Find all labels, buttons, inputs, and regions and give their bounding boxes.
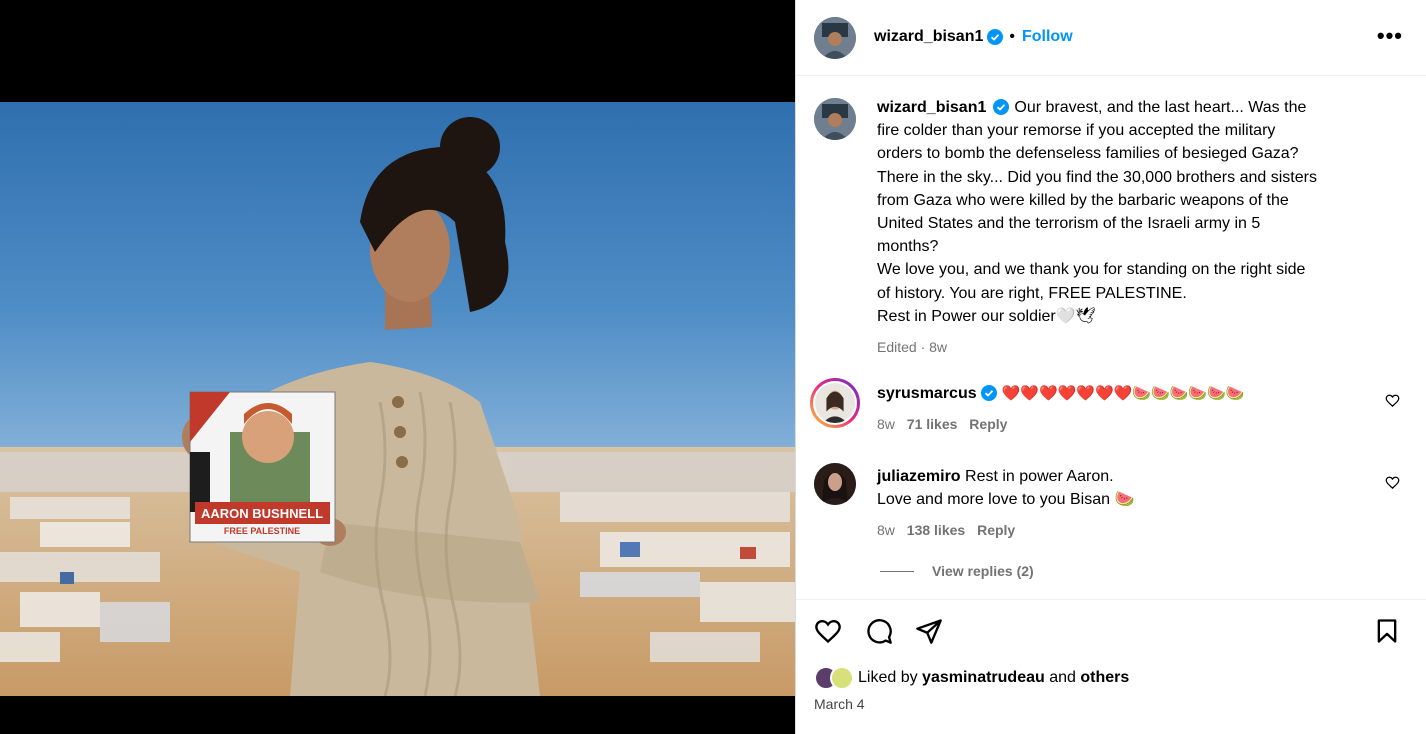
post-caption: wizard_bisan1 Our bravest, and the last h… (877, 96, 1377, 359)
caption-line: orders to bomb the defenseless families … (877, 145, 1299, 163)
caption-line: from Gaza who were killed by the barbari… (877, 191, 1289, 209)
likes-prefix: Liked by (858, 669, 923, 686)
commenter-avatar[interactable] (810, 378, 860, 428)
small-heart-icon[interactable] (1385, 393, 1400, 408)
likes-middle: and (1044, 669, 1081, 686)
comment-item: juliazemiro Rest in power Aaron. Love an… (877, 465, 1397, 542)
caption-line: United States and the terrorism of the I… (877, 215, 1261, 233)
sign-text-name: AARON BUSHNELL (201, 506, 323, 521)
caption-username[interactable]: wizard_bisan1 (877, 99, 986, 116)
likes-summary[interactable]: Liked by yasminatrudeau and others (814, 666, 1129, 690)
caption-meta: Edited · 8w (877, 339, 948, 356)
bookmark-icon[interactable] (1373, 617, 1401, 645)
post-media[interactable]: AARON BUSHNELL FREE PALESTINE (0, 0, 795, 734)
post-details-panel: wizard_bisan1 • Follow ••• wizard_bisan1… (795, 0, 1426, 734)
likes-others[interactable]: others (1080, 669, 1129, 687)
post-date: March 4 (814, 696, 865, 712)
caption-line: Rest in Power our soldier🤍🕊 (877, 307, 1096, 325)
comment-age: 8w (877, 416, 895, 432)
share-icon[interactable] (915, 617, 943, 645)
comment-likes[interactable]: 138 likes (907, 522, 965, 538)
liker-avatar (830, 666, 854, 690)
reply-button[interactable]: Reply (977, 522, 1015, 538)
comment-likes[interactable]: 71 likes (907, 416, 958, 432)
comment-text: ❤️❤️❤️❤️❤️❤️❤️🍉🍉🍉🍉🍉🍉 (1001, 385, 1245, 402)
comment-item: syrusmarcus ❤️❤️❤️❤️❤️❤️❤️🍉🍉🍉🍉🍉🍉 8w 71 li… (877, 382, 1397, 436)
caption-line: Our bravest, and the last heart... Was t… (1014, 99, 1307, 116)
sign-text-slogan: FREE PALESTINE (224, 526, 300, 536)
post-header: wizard_bisan1 • Follow ••• (796, 0, 1426, 76)
caption-author-avatar[interactable] (814, 98, 856, 140)
caption-line: of history. You are right, FREE PALESTIN… (877, 284, 1187, 302)
author-avatar[interactable] (814, 17, 856, 59)
comment-icon[interactable] (865, 617, 893, 645)
post-photo[interactable]: AARON BUSHNELL FREE PALESTINE (0, 102, 795, 696)
comment-age: 8w (877, 522, 895, 538)
commenter-avatar[interactable] (814, 463, 856, 505)
comment-username[interactable]: syrusmarcus (877, 385, 977, 402)
replies-divider (880, 570, 914, 572)
reply-button[interactable]: Reply (969, 416, 1007, 432)
heart-icon[interactable] (814, 617, 842, 645)
caption-line: months? (877, 238, 939, 256)
photo-illustration: AARON BUSHNELL FREE PALESTINE (0, 117, 795, 696)
liker-username[interactable]: yasminatrudeau (922, 669, 1045, 687)
comment-username[interactable]: juliazemiro (877, 468, 961, 485)
follow-button[interactable]: Follow (1022, 28, 1073, 46)
post-actions: Liked by yasminatrudeau and others March… (796, 599, 1426, 733)
header-separator: • (1009, 28, 1015, 45)
caption-line: We love you, and we thank you for standi… (877, 261, 1306, 279)
more-options-icon[interactable]: ••• (1377, 25, 1403, 47)
verified-badge-icon (987, 29, 1004, 45)
view-replies-button[interactable]: View replies (2) (880, 563, 1034, 579)
verified-badge-icon (980, 385, 997, 401)
view-replies-label: View replies (2) (932, 563, 1034, 579)
comment-text: Rest in power Aaron. (965, 468, 1114, 485)
verified-badge-icon (993, 99, 1010, 115)
comment-text: Love and more love to you Bisan 🍉 (877, 491, 1135, 508)
caption-line: fire colder than your remorse if you acc… (877, 122, 1276, 140)
small-heart-icon[interactable] (1385, 475, 1400, 490)
author-username[interactable]: wizard_bisan1 (874, 28, 983, 46)
caption-line: There in the sky... Did you find the 30,… (877, 168, 1317, 186)
